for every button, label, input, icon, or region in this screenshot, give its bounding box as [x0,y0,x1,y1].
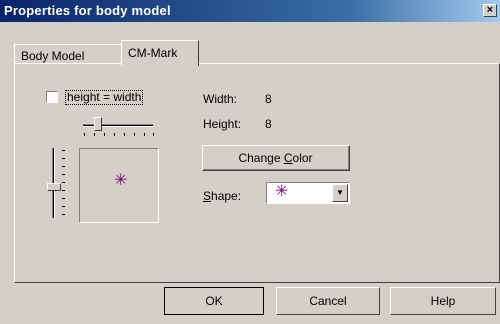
change-color-button[interactable]: Change Color [202,145,350,171]
close-button[interactable]: × [483,4,497,17]
height-equals-width-checkbox[interactable] [46,91,58,103]
height-slider-ticks [62,150,65,220]
width-label: Width: [203,92,238,106]
tab-body-model[interactable]: Body Model [14,44,122,64]
width-slider-ticks [84,133,154,136]
tab-cm-mark[interactable]: CM-Mark [121,40,199,66]
help-button[interactable]: Help [390,287,496,315]
change-color-label-rest: olor [292,151,313,165]
ok-button[interactable]: OK [164,287,264,315]
properties-dialog: Properties for body model × Body Model C… [0,0,500,324]
width-value: 8 [265,92,272,106]
tab-label: Body Model [21,49,85,63]
window-title: Properties for body model [4,3,171,18]
height-label: Height: [203,117,242,131]
help-label: Help [430,294,456,308]
height-slider-thumb[interactable] [47,183,61,191]
cancel-label: Cancel [309,294,347,308]
cancel-button[interactable]: Cancel [276,287,380,315]
asterisk-mark-icon: ✳ [114,172,128,189]
title-bar[interactable]: Properties for body model × [0,0,500,22]
shape-label: Shape: [203,189,241,203]
shape-mnemonic: S [203,189,212,203]
change-color-mnemonic: C [283,151,293,165]
tab-label: CM-Mark [128,46,178,60]
chevron-down-icon[interactable]: ▼ [332,184,348,202]
checkbox-label[interactable]: height = width [65,90,144,105]
shape-select[interactable]: ✳ ▼ [266,182,350,204]
shape-label-rest: hape: [211,189,242,203]
width-slider-thumb[interactable] [94,117,102,131]
shape-selected-value: ✳ [275,183,289,200]
change-color-label: Change [238,151,284,165]
height-value: 8 [265,117,272,131]
close-icon: × [486,4,494,16]
mark-preview: ✳ [79,148,159,223]
ok-label: OK [205,294,223,308]
